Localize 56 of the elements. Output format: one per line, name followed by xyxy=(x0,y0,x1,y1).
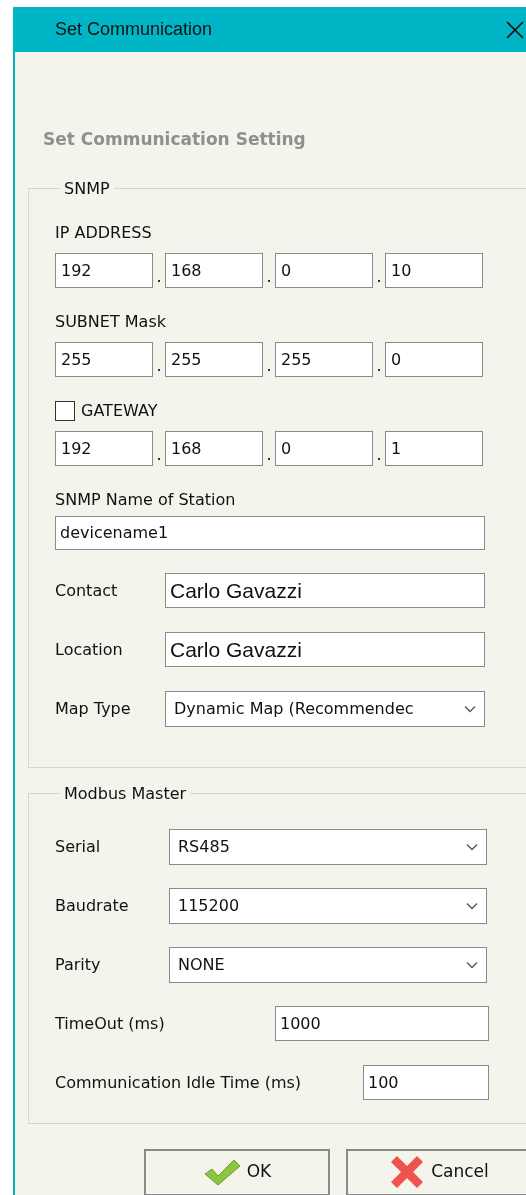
ok-button[interactable]: OK xyxy=(144,1148,330,1195)
chevron-down-icon xyxy=(464,704,476,713)
x-icon xyxy=(389,1154,426,1190)
dropdown[interactable]: Dynamic Map (Recommendec xyxy=(165,690,485,727)
close-icon[interactable] xyxy=(506,20,524,39)
octet-field[interactable]: 0 xyxy=(275,252,373,288)
field-label: SUBNET Mask xyxy=(55,310,166,333)
group-legend: SNMP xyxy=(60,176,114,201)
dot-separator: . xyxy=(375,446,383,466)
dot-separator: . xyxy=(155,357,163,377)
group-legend: Modbus Master xyxy=(60,781,191,806)
dot-separator: . xyxy=(265,446,273,466)
dot-separator: . xyxy=(265,357,273,377)
dot-separator: . xyxy=(375,357,383,377)
dot-separator: . xyxy=(155,268,163,288)
dot-separator: . xyxy=(265,268,273,288)
octet-field[interactable]: 0 xyxy=(385,341,483,377)
octet-field[interactable]: 1 xyxy=(385,430,483,466)
window-title: Set Communication xyxy=(55,18,213,41)
text-field[interactable]: Carlo Gavazzi xyxy=(165,573,485,608)
field-label: Serial xyxy=(55,835,102,858)
field-label: Baudrate xyxy=(55,894,130,917)
cancel-button[interactable]: Cancel xyxy=(346,1148,526,1195)
dropdown[interactable]: 115200 xyxy=(169,887,487,924)
text-field[interactable]: devicename1 xyxy=(55,515,485,550)
chevron-down-icon xyxy=(466,842,478,851)
chevron-down-icon xyxy=(466,960,478,969)
dot-separator: . xyxy=(155,446,163,466)
octet-field[interactable]: 255 xyxy=(275,341,373,377)
field-label: Map Type xyxy=(55,697,132,720)
field-label: Communication Idle Time (ms) xyxy=(55,1071,303,1094)
dropdown[interactable]: NONE xyxy=(169,946,487,983)
dropdown[interactable]: RS485 xyxy=(169,828,487,865)
text-field[interactable]: 100 xyxy=(363,1065,489,1100)
octet-field[interactable]: 168 xyxy=(165,430,263,466)
text-field[interactable]: 1000 xyxy=(275,1006,489,1041)
field-label: Contact xyxy=(55,579,119,602)
text-field[interactable]: Carlo Gavazzi xyxy=(165,632,485,667)
field-label: IP ADDRESS xyxy=(55,221,152,244)
dot-separator: . xyxy=(375,268,383,288)
octet-field[interactable]: 0 xyxy=(275,430,373,466)
chevron-down-icon xyxy=(466,901,478,910)
section-heading: Set Communication Setting xyxy=(43,129,306,149)
octet-field[interactable]: 192 xyxy=(55,252,153,288)
field-label: SNMP Name of Station xyxy=(55,489,236,509)
octet-field[interactable]: 255 xyxy=(165,341,263,377)
octet-field[interactable]: 192 xyxy=(55,430,153,466)
octet-field[interactable]: 168 xyxy=(165,252,263,288)
field-label: Location xyxy=(55,638,124,661)
octet-field[interactable]: 10 xyxy=(385,252,483,288)
check-icon xyxy=(202,1157,241,1187)
field-label: Parity xyxy=(55,953,102,976)
octet-field[interactable]: 255 xyxy=(55,341,153,377)
checkbox[interactable] xyxy=(55,400,75,421)
field-label: TimeOut (ms) xyxy=(55,1012,166,1035)
field-label: GATEWAY xyxy=(81,399,158,422)
